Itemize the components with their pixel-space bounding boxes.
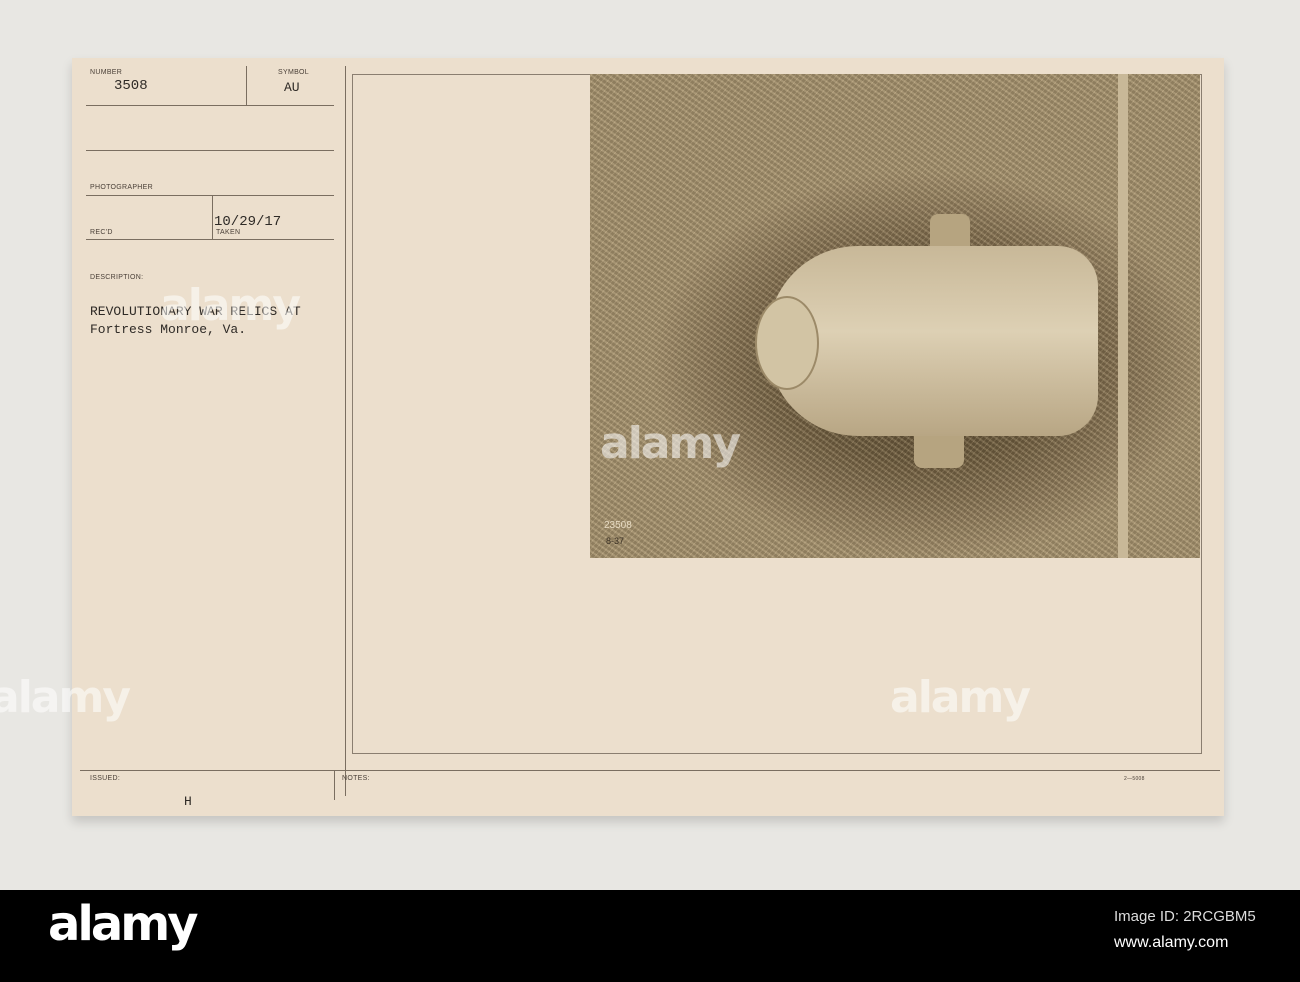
divider (246, 66, 247, 106)
recd-label: REC'D (90, 229, 113, 236)
divider (86, 195, 334, 196)
watermark: alamy (0, 672, 131, 723)
footer-bar: alamy Image ID: 2RCGBM5 www.alamy.com (0, 890, 1300, 982)
divider (212, 195, 213, 239)
bottom-divider (80, 770, 1220, 771)
form-code: 2—5008 (1124, 776, 1145, 782)
notes-label: NOTES: (342, 775, 370, 782)
watermark: alamy (160, 280, 301, 331)
photographer-label: PHOTOGRAPHER (90, 184, 153, 191)
issued-value: H (184, 794, 192, 809)
watermark: alamy (890, 672, 1031, 723)
alamy-url[interactable]: www.alamy.com (1114, 934, 1228, 952)
symbol-label: SYMBOL (278, 69, 309, 76)
watermark: alamy (600, 418, 741, 469)
number-value: 3508 (114, 78, 148, 94)
issued-label: ISSUED: (90, 775, 121, 782)
column-divider (345, 66, 346, 796)
divider (86, 150, 334, 151)
alamy-logo: alamy (48, 896, 199, 952)
divider (86, 239, 334, 240)
photo-code: 8-37 (606, 536, 625, 546)
cannon-cascabel (755, 296, 819, 390)
number-label: NUMBER (90, 69, 123, 76)
cannon-photo: 23508 8-37 (590, 74, 1200, 558)
photo-number: 23508 (604, 520, 632, 531)
symbol-value: AU (284, 80, 300, 95)
divider (334, 770, 335, 800)
pole (1118, 74, 1128, 558)
divider (86, 105, 334, 106)
taken-label: TAKEN (216, 229, 241, 236)
image-id: Image ID: 2RCGBM5 (1114, 908, 1256, 925)
taken-date: 10/29/17 (214, 214, 282, 230)
description-label: DESCRIPTION: (90, 274, 144, 281)
